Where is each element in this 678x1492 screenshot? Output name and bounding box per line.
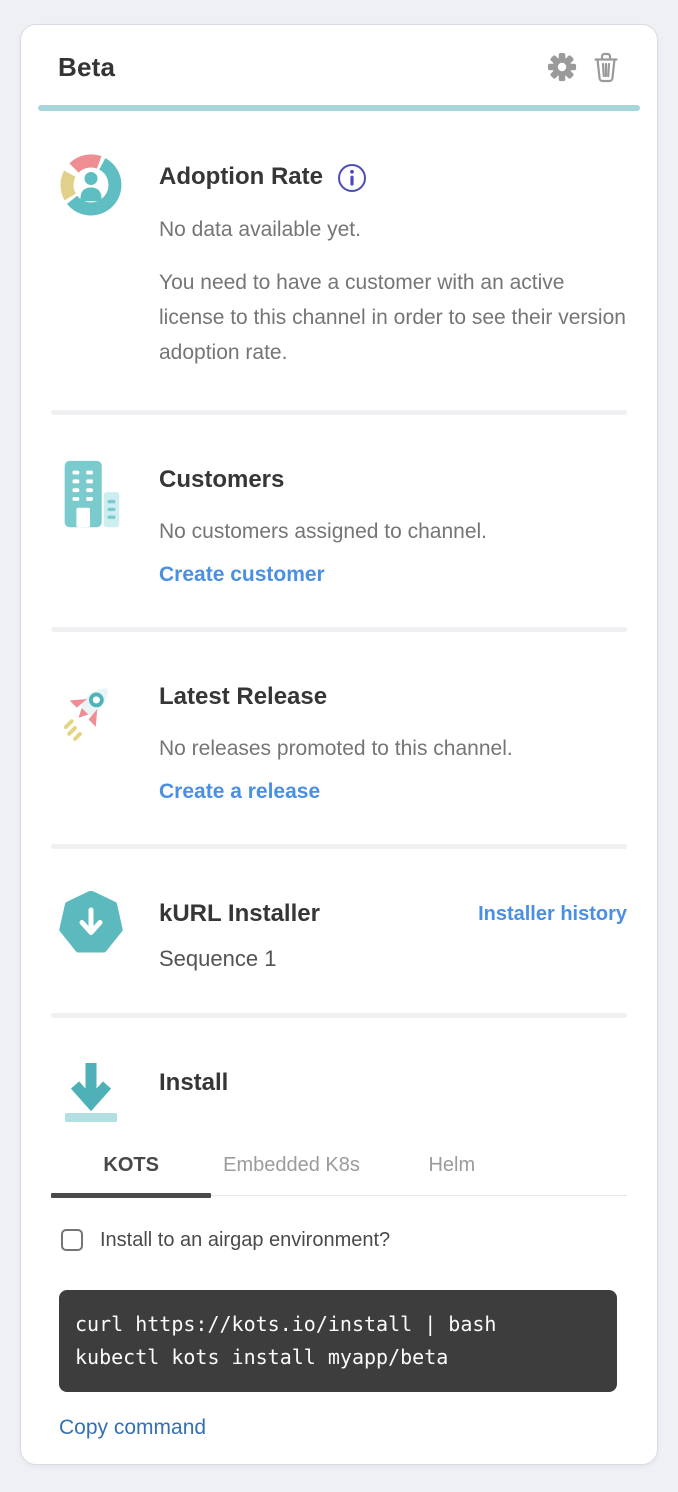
channel-title: Beta: [58, 52, 115, 83]
install-section: Install: [51, 1018, 627, 1124]
gear-icon: [547, 52, 577, 82]
install-command-line-2: kubectl kots install myapp/beta: [75, 1341, 601, 1374]
info-icon: [337, 163, 367, 193]
download-arrow-icon: [61, 1060, 121, 1124]
latest-release-title: Latest Release: [159, 682, 627, 712]
trash-icon: [592, 51, 620, 83]
create-customer-link[interactable]: Create customer: [159, 563, 325, 587]
page: { "header": { "title": "Beta" }, "sectio…: [0, 0, 678, 1492]
adoption-rate-title: Adoption Rate: [159, 162, 323, 192]
adoption-empty-body: You need to have a customer with an acti…: [159, 265, 627, 370]
create-release-link[interactable]: Create a release: [159, 780, 320, 804]
channel-settings-button[interactable]: [547, 52, 577, 82]
install-title: Install: [159, 1068, 627, 1098]
adoption-empty-title: No data available yet.: [159, 215, 627, 245]
kurl-installer-title: kURL Installer: [159, 899, 320, 929]
install-command-line-1: curl https://kots.io/install | bash: [75, 1308, 601, 1341]
channel-card-header: Beta: [21, 25, 657, 83]
rocket-icon: [59, 674, 123, 750]
airgap-option-row: Install to an airgap environment?: [51, 1228, 627, 1252]
tab-embedded-k8s[interactable]: Embedded K8s: [211, 1148, 371, 1195]
kurl-installer-section: kURL Installer Installer history Sequenc…: [51, 849, 627, 1013]
install-tabs: KOTS Embedded K8s Helm: [51, 1148, 627, 1196]
adoption-donut-user-icon: [59, 153, 123, 217]
adoption-rate-info-button[interactable]: [337, 163, 367, 193]
airgap-checkbox[interactable]: [61, 1229, 83, 1251]
channel-delete-button[interactable]: [592, 51, 620, 83]
customers-empty-text: No customers assigned to channel.: [159, 517, 627, 547]
copy-command-link[interactable]: Copy command: [59, 1416, 206, 1440]
airgap-checkbox-label[interactable]: Install to an airgap environment?: [100, 1228, 390, 1252]
tab-kots[interactable]: KOTS: [51, 1148, 211, 1195]
install-command-block: curl https://kots.io/install | bash kube…: [59, 1290, 617, 1392]
release-empty-text: No releases promoted to this channel.: [159, 734, 627, 764]
customers-title: Customers: [159, 465, 627, 495]
customers-section: Customers No customers assigned to chann…: [51, 415, 627, 627]
buildings-icon: [59, 457, 123, 535]
channel-header-actions: [547, 51, 620, 83]
installer-history-link[interactable]: Installer history: [478, 903, 627, 926]
channel-card: Beta: [20, 24, 658, 1465]
heptagon-download-icon: [59, 891, 123, 955]
adoption-rate-section: Adoption Rate No data available yet. You…: [51, 111, 627, 410]
kurl-sequence-label: Sequence 1: [159, 945, 627, 973]
latest-release-section: Latest Release No releases promoted to t…: [51, 632, 627, 844]
tab-helm[interactable]: Helm: [372, 1148, 532, 1195]
